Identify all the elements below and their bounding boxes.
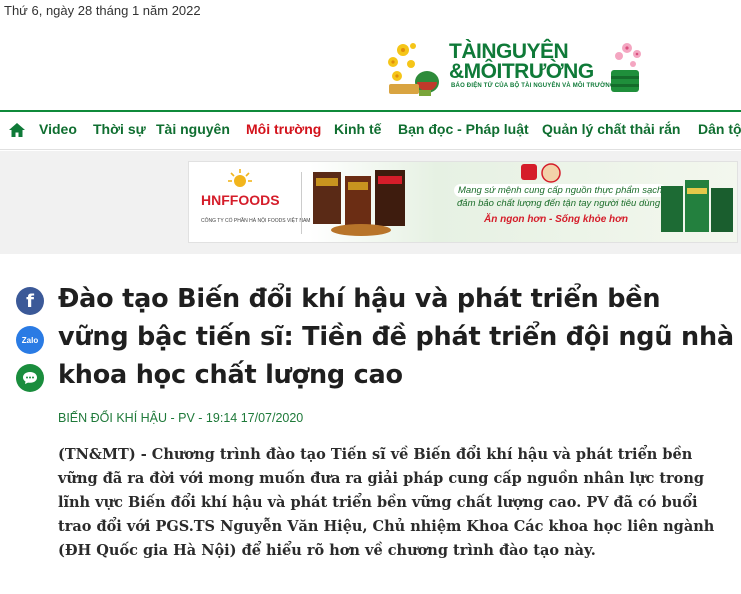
main-navigation: Video Thời sự Tài nguyên Môi trường Kinh… xyxy=(0,110,741,150)
ad-container: HNFFOODS CÔNG TY CỔ PHẦN HÀ NỘI FOODS VI… xyxy=(0,151,741,254)
apricot-blossom-icon xyxy=(388,43,439,96)
nav-item-video[interactable]: Video xyxy=(39,121,77,137)
ad-brand-sub: CÔNG TY CỔ PHẦN HÀ NỘI FOODS VIỆT NAM xyxy=(201,218,311,224)
nav-item-ban-doc-phap-luat[interactable]: Bạn đọc - Pháp luật xyxy=(398,121,529,137)
home-icon[interactable] xyxy=(8,122,26,138)
peach-blossom-icon xyxy=(611,43,641,92)
facebook-share-button[interactable]: f xyxy=(16,287,44,315)
ad-brand: HNFFOODS xyxy=(201,192,280,208)
zalo-icon: Zalo xyxy=(21,335,39,345)
ad-slogan-2: đảm bảo chất lượng đến tận tay người tiê… xyxy=(457,198,661,209)
site-logo[interactable]: TÀINGUYÊN &MÔITRƯỜNG BÁO ĐIỆN TỬ CỦA BỘ … xyxy=(383,38,645,98)
current-date: Thứ 6, ngày 28 tháng 1 năm 2022 xyxy=(4,3,201,18)
article-meta[interactable]: BIẾN ĐỔI KHÍ HẬU - PV - 19:14 17/07/2020 xyxy=(58,411,303,425)
nav-item-thoi-su[interactable]: Thời sự xyxy=(93,121,146,137)
facebook-icon: f xyxy=(26,290,34,312)
ad-divider xyxy=(301,172,302,234)
nav-item-quan-ly-chat-thai-ran[interactable]: Quản lý chất thải rắn xyxy=(542,121,680,137)
logo-tagline: BÁO ĐIỆN TỬ CỦA BỘ TÀI NGUYÊN VÀ MÔI TRƯ… xyxy=(451,83,615,89)
ad-slogan-1: Mang sứ mệnh cung cấp nguồn thực phẩm sạ… xyxy=(454,184,667,197)
article-sapo: (TN&MT) - Chương trình đào tạo Tiến sĩ v… xyxy=(58,446,715,559)
ad-banner[interactable]: HNFFOODS CÔNG TY CỔ PHẦN HÀ NỘI FOODS VI… xyxy=(188,161,738,243)
ad-slogan-3: Ăn ngon hơn - Sống khỏe hơn xyxy=(484,214,628,225)
brand-mascot-icon xyxy=(521,163,561,183)
article-title: Đào tạo Biến đổi khí hậu và phát triển b… xyxy=(58,284,734,390)
zalo-share-button[interactable]: Zalo xyxy=(16,326,44,354)
green-packages-icon xyxy=(661,180,733,232)
comment-button[interactable] xyxy=(16,364,44,392)
nav-item-kinh-te[interactable]: Kinh tế xyxy=(334,121,381,137)
product-packages-icon xyxy=(313,170,405,236)
chat-bubble-icon xyxy=(23,372,37,384)
nav-item-tai-nguyen[interactable]: Tài nguyên xyxy=(156,121,230,137)
nav-item-moi-truong[interactable]: Môi trường xyxy=(246,121,321,137)
logo-line-2: &MÔITRƯỜNG xyxy=(449,60,594,83)
nav-item-dan-toc[interactable]: Dân tộ xyxy=(698,121,741,137)
sun-logo-icon xyxy=(228,169,252,187)
